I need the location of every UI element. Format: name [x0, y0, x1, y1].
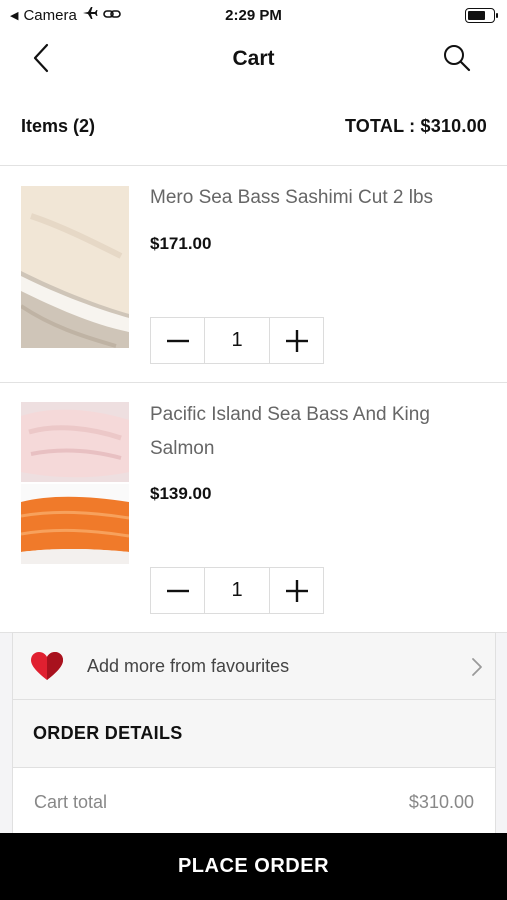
order-detail-label: Cart total [34, 791, 108, 812]
status-bar: ◀ Camera 2:29 PM [0, 0, 507, 30]
order-detail-value: $310.00 [408, 791, 474, 812]
order-detail-row: Cart total $310.00 [12, 767, 496, 837]
place-order-button[interactable]: PLACE ORDER [0, 833, 507, 900]
increase-quantity-button[interactable] [270, 318, 323, 363]
cart-summary: Items (2) TOTAL : $310.00 [0, 88, 507, 166]
quantity-stepper: 1 [150, 567, 324, 614]
plus-icon [285, 329, 308, 352]
product-name[interactable]: Mero Sea Bass Sashimi Cut 2 lbs [150, 181, 467, 215]
back-app-label[interactable]: Camera [23, 7, 76, 24]
favourites-label: Add more from favourites [87, 655, 290, 676]
cart-item: Mero Sea Bass Sashimi Cut 2 lbs $171.00 … [0, 166, 507, 383]
search-icon[interactable] [441, 42, 473, 74]
quantity-stepper: 1 [150, 317, 324, 364]
link-icon [103, 7, 121, 24]
increase-quantity-button[interactable] [270, 568, 323, 613]
nav-bar: Cart [0, 30, 507, 88]
product-price: $139.00 [150, 484, 212, 503]
cart-item: Pacific Island Sea Bass And King Salmon … [0, 383, 507, 633]
product-image[interactable] [21, 402, 129, 564]
order-details-heading: ORDER DETAILS [12, 699, 496, 768]
product-image[interactable] [21, 186, 129, 348]
plus-icon [285, 579, 308, 602]
heart-icon [29, 650, 65, 682]
chevron-right-icon [471, 657, 483, 682]
cart-total-header: TOTAL : $310.00 [344, 116, 487, 136]
battery-icon [465, 7, 498, 23]
product-price: $171.00 [150, 234, 212, 253]
page-title: Cart [232, 47, 275, 70]
product-name[interactable]: Pacific Island Sea Bass And King Salmon [150, 398, 467, 466]
items-count: Items (2) [21, 116, 96, 136]
decrease-quantity-button[interactable] [151, 568, 204, 613]
minus-icon [166, 589, 189, 592]
airplane-icon [82, 6, 98, 24]
back-arrow-icon[interactable]: ◀ [10, 9, 18, 22]
quantity-value[interactable]: 1 [204, 568, 270, 613]
decrease-quantity-button[interactable] [151, 318, 204, 363]
minus-icon [166, 339, 189, 342]
status-bar-left: ◀ Camera [10, 6, 121, 24]
back-chevron-icon[interactable] [26, 42, 56, 74]
add-from-favourites-row[interactable]: Add more from favourites [12, 632, 496, 700]
quantity-value[interactable]: 1 [204, 318, 270, 363]
